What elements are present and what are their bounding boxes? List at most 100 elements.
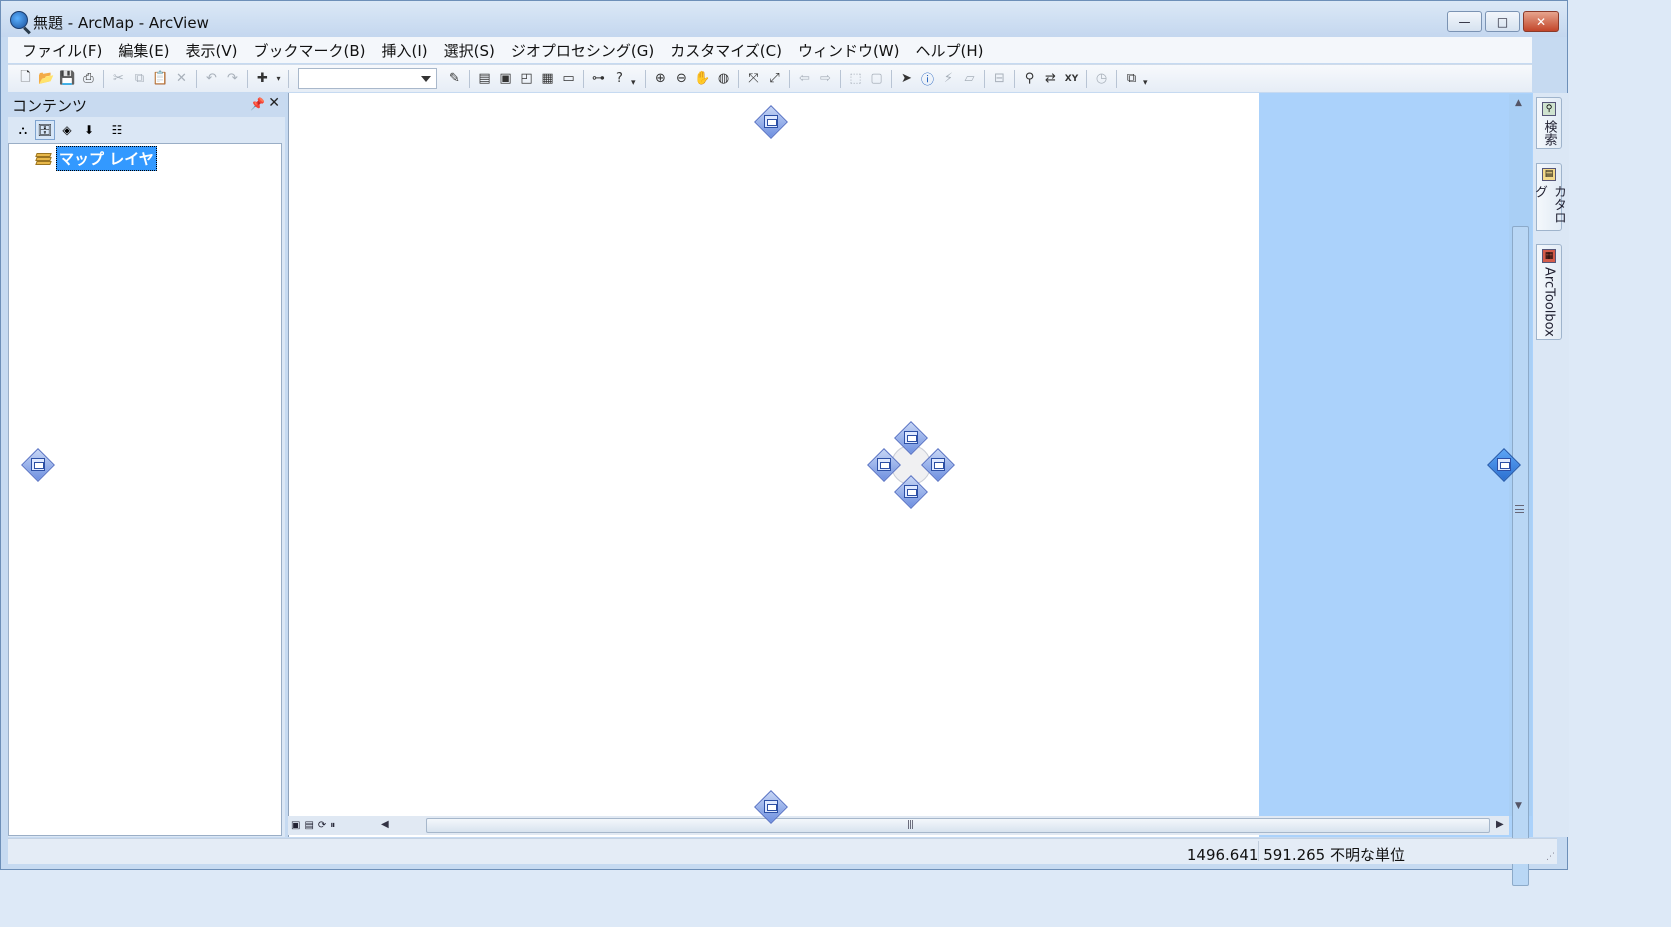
redo-icon[interactable]: ↷ [223,69,242,88]
list-by-selection-icon[interactable]: ⬇ [79,120,99,140]
compass-right[interactable] [921,448,955,482]
data-view-icon[interactable]: ▣ [291,820,300,831]
dock-top-icon [764,115,778,128]
arcmap-window: 無題 - ArcMap - ArcView — □ ✕ ファイル(F) 編集(E… [0,0,1569,886]
add-data-icon[interactable]: ✚ [253,69,272,88]
window-title: 無題 - ArcMap - ArcView [33,14,209,32]
find-route-icon[interactable]: ⇄ [1041,69,1060,88]
list-by-source-icon[interactable]: 🗄 [35,120,55,140]
create-viewer-icon[interactable]: ⧉ [1122,69,1141,88]
horizontal-scrollbar[interactable]: ◀ ||| ▶ [380,816,1509,835]
toolbar-overflow-icon[interactable]: ▾ [1143,78,1152,92]
add-data-dropdown-icon[interactable]: ▾ [274,69,283,88]
fixed-zoom-in-icon[interactable]: ⤧ [744,69,763,88]
copy-icon[interactable]: ⧉ [130,69,149,88]
search-window-icon[interactable]: ◰ [517,69,536,88]
table-icon[interactable]: ▤ [475,69,494,88]
close-button[interactable]: ✕ [1523,11,1559,32]
undo-icon[interactable]: ↶ [202,69,221,88]
clear-selection-icon[interactable]: ▢ [867,69,886,88]
menu-selection[interactable]: 選択(S) [436,40,503,61]
full-extent-icon[interactable]: ◍ [714,69,733,88]
model-builder-icon[interactable]: ⊶ [589,69,608,88]
contents-header[interactable]: コンテンツ 📌 ✕ [8,93,285,117]
paste-icon[interactable]: 📋 [151,69,170,88]
go-to-xy-icon[interactable]: XY [1062,69,1081,88]
toolbox-icon[interactable]: ▦ [538,69,557,88]
resize-grip-icon[interactable]: ⋰ [1546,852,1555,862]
toolbar-separator [789,69,790,88]
zoom-in-icon[interactable]: ⊕ [651,69,670,88]
whats-this-icon[interactable]: ? [610,69,629,88]
list-by-drawing-order-icon[interactable]: ⛬ [13,120,33,140]
list-by-visibility-icon[interactable]: ◈ [57,120,77,140]
python-icon[interactable]: ▭ [559,69,578,88]
toolbar-separator [469,69,470,88]
dock-top-icon [904,431,918,444]
zoom-out-icon[interactable]: ⊖ [672,69,691,88]
menu-bookmarks[interactable]: ブックマーク(B) [246,40,374,61]
back-icon[interactable]: ⇦ [795,69,814,88]
maximize-button[interactable]: □ [1485,11,1520,32]
delete-icon[interactable]: ✕ [172,69,191,88]
title-bar[interactable]: 無題 - ArcMap - ArcView — □ ✕ [1,1,1567,37]
dock-guide-bottom[interactable] [754,790,788,824]
tab-catalog[interactable]: ▤ カタログ [1532,163,1566,231]
select-features-icon[interactable]: ⬚ [846,69,865,88]
select-elements-icon[interactable]: ➤ [897,69,916,88]
scroll-left-icon[interactable]: ◀ [381,819,389,830]
print-icon[interactable]: ⎙ [79,69,98,88]
pause-drawing-icon[interactable]: ⏸ [330,820,335,831]
pin-icon[interactable]: 📌 [250,97,265,111]
forward-icon[interactable]: ⇨ [816,69,835,88]
hyperlink-icon[interactable]: ⚡ [939,69,958,88]
identify-icon[interactable]: ⓘ [918,69,937,88]
menu-edit[interactable]: 編集(E) [110,40,177,61]
dock-bottom-icon [764,800,778,813]
toolbar-overflow-icon[interactable]: ▾ [631,78,640,92]
scroll-up-icon[interactable]: ▲ [1515,98,1522,108]
fixed-zoom-out-icon[interactable]: ⤢ [765,69,784,88]
catalog-window-icon: ▤ [1542,168,1556,181]
tree-item-map-layers[interactable]: マップ レイヤ [35,146,157,171]
menu-customize[interactable]: カスタマイズ(C) [662,40,790,61]
dock-bottom-icon [904,485,918,498]
measure-icon[interactable]: ⊟ [990,69,1009,88]
horizontal-scroll-thumb[interactable] [426,818,1490,833]
cut-icon[interactable]: ✂ [109,69,128,88]
time-slider-icon[interactable]: ◷ [1092,69,1111,88]
compass-left[interactable] [867,448,901,482]
menu-help[interactable]: ヘルプ(H) [908,40,992,61]
close-icon[interactable]: ✕ [268,95,280,111]
layout-view-icon[interactable]: ▤ [304,820,313,831]
tab-arctoolbox[interactable]: ▦ ArcToolbox [1536,244,1562,340]
map-scale-combobox[interactable] [298,68,437,89]
catalog-icon[interactable]: ▣ [496,69,515,88]
pan-icon[interactable]: ✋ [693,69,712,88]
menu-insert[interactable]: 挿入(I) [374,40,436,61]
html-popup-icon[interactable]: ▱ [960,69,979,88]
scroll-down-icon[interactable]: ▼ [1515,801,1522,811]
scroll-right-icon[interactable]: ▶ [1496,819,1504,830]
new-document-icon[interactable]: 🗋 [16,69,35,88]
save-icon[interactable]: 💾 [58,69,77,88]
data-frame-label[interactable]: マップ レイヤ [56,146,157,171]
menu-file[interactable]: ファイル(F) [14,40,110,61]
dock-guide-top[interactable] [754,105,788,139]
dock-guide-right[interactable] [1487,448,1521,482]
coordinate-readout: 1496.641 591.265 不明な単位 [1186,846,1405,864]
menu-windows[interactable]: ウィンドウ(W) [790,40,908,61]
refresh-icon[interactable]: ⟳ [318,820,326,831]
menu-geoprocessing[interactable]: ジオプロセシング(G) [503,40,662,61]
vertical-scroll-thumb[interactable] [1512,226,1529,886]
options-icon[interactable]: ☷ [107,120,127,140]
right-dock-strip: ⚲ 検索 ▤ カタログ ▦ ArcToolbox [1532,93,1569,837]
toolbar-separator [840,69,841,88]
find-icon[interactable]: ⚲ [1020,69,1039,88]
tab-search[interactable]: ⚲ 検索 [1536,97,1562,149]
editor-icon[interactable]: ✎ [445,69,464,88]
menu-view[interactable]: 表示(V) [178,40,246,61]
dock-guide-left[interactable] [21,448,55,482]
minimize-button[interactable]: — [1447,11,1482,32]
open-icon[interactable]: 📂 [37,69,56,88]
